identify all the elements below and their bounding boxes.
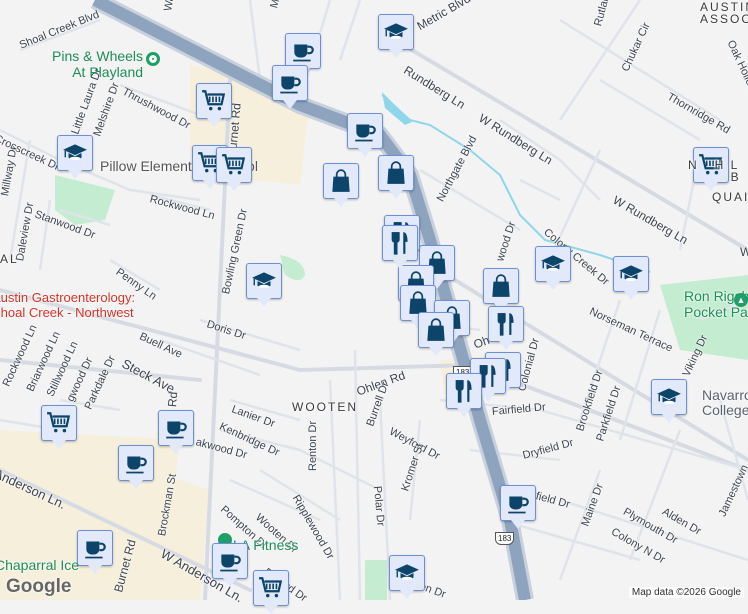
neighborhood-label: N H L — [688, 158, 740, 172]
school-marker[interactable] — [378, 14, 414, 58]
school-icon — [540, 251, 566, 277]
map-attribution[interactable]: Map data ©2026 Google — [628, 587, 744, 598]
bag-marker[interactable] — [483, 268, 519, 312]
cart-icon — [46, 410, 72, 436]
school-marker[interactable] — [613, 256, 649, 300]
neighborhood-label: AL — [0, 252, 19, 266]
street-label: W — [740, 245, 748, 259]
cart-icon — [221, 152, 247, 178]
food-icon — [451, 378, 477, 404]
street-label: Rd — [165, 391, 181, 408]
bag-icon — [328, 168, 354, 194]
food-marker[interactable] — [446, 373, 482, 417]
cart-marker[interactable] — [253, 570, 289, 614]
food-icon — [387, 230, 413, 256]
cart-marker[interactable] — [196, 83, 232, 127]
school-icon — [618, 261, 644, 287]
coffee-marker[interactable] — [272, 65, 308, 109]
food-marker[interactable] — [382, 225, 418, 269]
cart-marker[interactable] — [41, 405, 77, 449]
bag-marker[interactable] — [378, 155, 414, 199]
coffee-icon — [163, 415, 189, 441]
bag-icon — [488, 273, 514, 299]
school-marker[interactable] — [389, 555, 425, 599]
poi-pin-icon[interactable] — [146, 52, 160, 66]
coffee-icon — [82, 535, 108, 561]
school-marker[interactable] — [535, 246, 571, 290]
neighborhood-label: ASSOC — [700, 12, 748, 26]
school-marker[interactable] — [57, 135, 93, 179]
school-icon — [383, 19, 409, 45]
street-label: Renton Dr — [307, 420, 319, 471]
poi-chaparral-ice[interactable]: Chaparral Ice — [0, 557, 79, 573]
coffee-icon — [123, 450, 149, 476]
school-icon — [394, 560, 420, 586]
google-logo[interactable]: Google — [6, 576, 71, 598]
poi-navarro-college[interactable]: Navarro College — [702, 388, 748, 418]
highway-183-shield: 183 — [495, 532, 515, 545]
coffee-icon — [290, 38, 316, 64]
coffee-marker[interactable] — [158, 410, 194, 454]
coffee-icon — [217, 548, 243, 574]
coffee-marker[interactable] — [118, 445, 154, 489]
coffee-icon — [277, 70, 303, 96]
bag-icon — [383, 160, 409, 186]
coffee-icon — [352, 118, 378, 144]
coffee-marker[interactable] — [347, 113, 383, 157]
cart-icon — [201, 88, 227, 114]
coffee-marker[interactable] — [500, 485, 536, 529]
coffee-marker[interactable] — [212, 543, 248, 587]
poi-pins-wheels[interactable]: Pins & Wheels At Playland — [52, 48, 143, 80]
cart-icon — [258, 575, 284, 601]
coffee-icon — [505, 490, 531, 516]
bag-marker[interactable] — [418, 312, 454, 356]
food-icon — [493, 311, 519, 337]
school-marker[interactable] — [651, 379, 687, 423]
bag-icon — [423, 317, 449, 343]
poi-austin-gastroenterology[interactable]: Austin Gastroenterology: Shoal Creek - N… — [0, 290, 135, 320]
neighborhood-label: WOOTEN — [292, 400, 358, 414]
bag-marker[interactable] — [323, 163, 359, 207]
school-icon — [62, 140, 88, 166]
coffee-marker[interactable] — [285, 33, 321, 77]
school-icon — [656, 384, 682, 410]
cart-marker[interactable] — [216, 147, 252, 191]
coffee-marker[interactable] — [77, 530, 113, 574]
school-icon — [251, 268, 277, 294]
food-marker[interactable] — [488, 306, 524, 350]
neighborhood-label: QUAI — [712, 190, 748, 204]
school-marker[interactable] — [246, 263, 282, 307]
park-icon[interactable]: ▲ — [734, 293, 748, 307]
